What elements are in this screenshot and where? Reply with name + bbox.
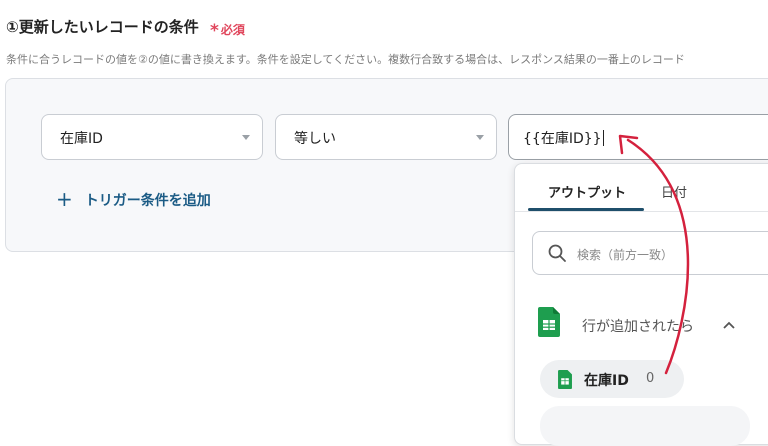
- required-badge: * 必須: [210, 19, 245, 41]
- operator-select-value: 等しい: [294, 131, 336, 147]
- condition-value-input[interactable]: {{在庫ID}}: [508, 114, 768, 160]
- section-description: 条件に合うレコードの値を②の値に書き換えます。条件を設定してください。複数行合致…: [6, 53, 685, 66]
- tab-divider: [515, 211, 768, 212]
- field-select[interactable]: 在庫ID: [41, 114, 263, 160]
- tab-output[interactable]: アウトプット: [548, 182, 626, 201]
- output-item-value: 0: [646, 371, 655, 386]
- section-title: ①更新したいレコードの条件: [6, 18, 199, 36]
- output-item-name: 在庫ID: [584, 373, 629, 389]
- add-condition-label: トリガー条件を追加: [84, 193, 211, 209]
- text-cursor: [602, 130, 604, 146]
- field-select-value: 在庫ID: [60, 131, 103, 147]
- plus-icon: +: [56, 187, 73, 211]
- output-item-next[interactable]: [540, 406, 750, 446]
- search-icon: [548, 244, 566, 262]
- search-input[interactable]: 検索（前方一致）: [532, 231, 768, 275]
- output-item[interactable]: 在庫ID 0: [540, 360, 684, 398]
- search-placeholder: 検索（前方一致）: [577, 248, 674, 262]
- add-condition-button[interactable]: + トリガー条件を追加: [56, 186, 211, 211]
- required-star: *: [210, 21, 219, 41]
- google-sheets-icon: [558, 370, 572, 389]
- required-label: 必須: [220, 23, 245, 37]
- google-sheets-icon: [538, 307, 560, 337]
- group-label: 行が追加されたら: [582, 319, 694, 335]
- tab-date[interactable]: 日付: [661, 182, 687, 201]
- condition-value-text: {{在庫ID}}: [523, 130, 604, 147]
- caret-down-icon: [242, 135, 250, 140]
- chevron-up-icon[interactable]: [722, 320, 736, 330]
- operator-select[interactable]: 等しい: [275, 114, 497, 160]
- caret-down-icon: [476, 135, 484, 140]
- output-picker-popup: アウトプット 日付 検索（前方一致） 行が追加されたら 在庫ID 0: [514, 163, 768, 446]
